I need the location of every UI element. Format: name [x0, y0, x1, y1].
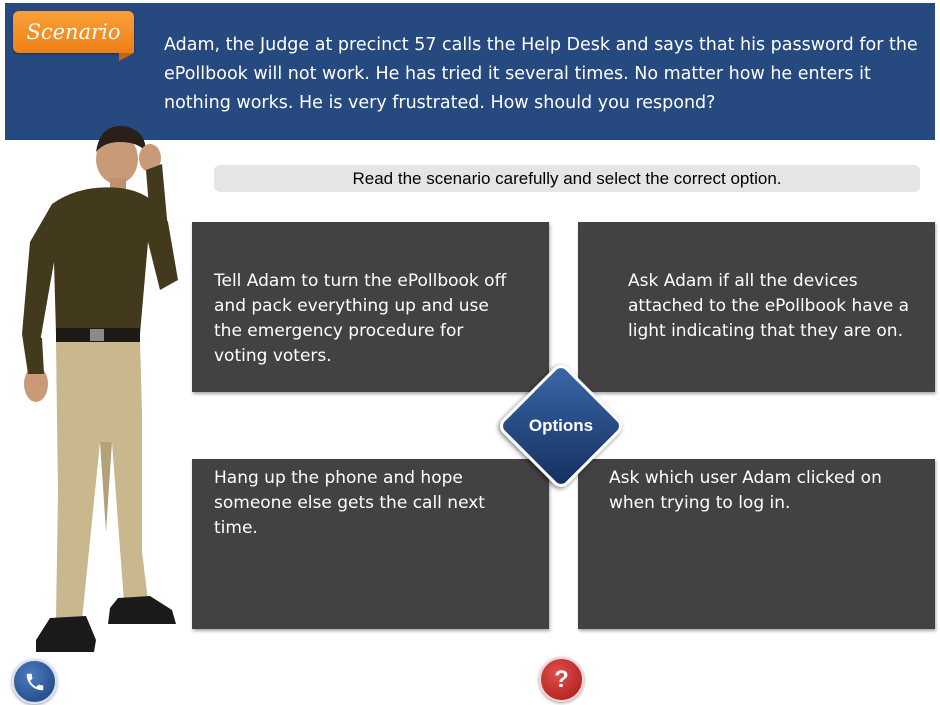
option-card-1-text: Tell Adam to turn the ePollbook off and … [214, 271, 507, 366]
scenario-question: Adam, the Judge at precinct 57 calls the… [164, 35, 918, 113]
option-card-2-text: Ask Adam if all the devices attached to … [628, 271, 910, 341]
option-card-3-text: Hang up the phone and hope someone else … [214, 468, 485, 538]
scenario-tag-tail [119, 53, 134, 61]
instruction-bar: Read the scenario carefully and select t… [214, 165, 920, 192]
phone-button[interactable] [12, 659, 57, 704]
phone-icon [26, 673, 43, 690]
option-card-4-text: Ask which user Adam clicked on when tryi… [609, 468, 882, 513]
option-card-4[interactable]: Ask which user Adam clicked on when tryi… [578, 459, 935, 629]
man-illustration [22, 125, 178, 652]
option-card-2[interactable]: Ask Adam if all the devices attached to … [578, 222, 935, 392]
options-diamond-label: Options [528, 416, 594, 435]
options-diamond: Options [495, 360, 627, 492]
help-button[interactable]: ? [539, 657, 584, 702]
scenario-tag: Scenario [13, 11, 134, 53]
